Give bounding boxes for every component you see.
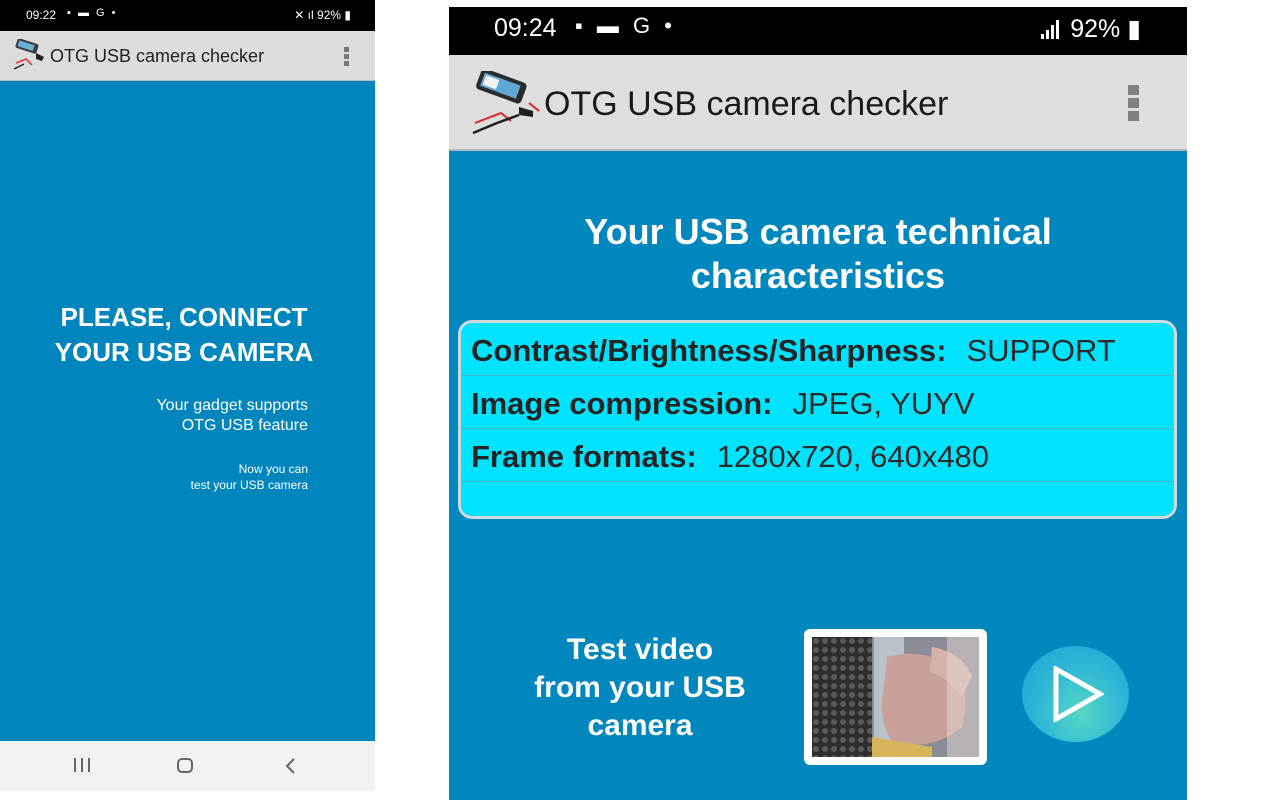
left-phone-screen: 09:22 ▪ ▬ G • ✕ ıl 92% ▮ OTG USB camera … bbox=[0, 0, 375, 791]
test-label-line-3: camera bbox=[587, 709, 693, 742]
battery-percent: 92% bbox=[1070, 15, 1121, 43]
navigation-bar bbox=[0, 741, 375, 791]
test-label-line-2: from your USB bbox=[534, 671, 746, 704]
preview-photo bbox=[812, 637, 979, 757]
supports-line-2: OTG USB feature bbox=[181, 417, 308, 434]
right-phone-screen: 09:24 ▪ ▬ G • 92% ▮ OTG USB camera check… bbox=[449, 7, 1187, 800]
characteristic-key: Frame formats: bbox=[471, 439, 697, 474]
supports-line-1: Your gadget supports bbox=[156, 397, 308, 414]
hint-line-1: Now you can bbox=[238, 462, 308, 476]
characteristic-key: Image compression: bbox=[471, 386, 773, 421]
status-time: 09:24 bbox=[494, 14, 557, 42]
battery-percent: 92% bbox=[317, 8, 342, 22]
characteristic-key: Contrast/Brightness/Sharpness: bbox=[471, 333, 947, 368]
recents-icon[interactable] bbox=[73, 755, 91, 777]
characteristic-value: JPEG, YUYV bbox=[792, 386, 975, 421]
play-video-button[interactable] bbox=[1022, 646, 1129, 742]
status-battery: 92% ▮ bbox=[1070, 14, 1141, 44]
status-bar: 09:24 ▪ ▬ G • 92% ▮ bbox=[449, 7, 1187, 55]
notification-icons: ▪ ▬ G • bbox=[67, 7, 118, 19]
characteristics-heading: Your USB camera technical characteristic… bbox=[449, 210, 1187, 298]
table-row: Contrast/Brightness/Sharpness: SUPPORT bbox=[461, 323, 1174, 376]
app-bar: OTG USB camera checker bbox=[449, 55, 1187, 151]
home-icon[interactable] bbox=[176, 755, 194, 777]
table-row-empty bbox=[461, 482, 1174, 516]
test-hint-message: Now you can test your USB camera bbox=[191, 461, 308, 493]
connect-message: PLEASE, CONNECT YOUR USB CAMERA bbox=[0, 300, 368, 370]
play-icon bbox=[1053, 666, 1104, 722]
status-bar: 09:22 ▪ ▬ G • ✕ ıl 92% ▮ bbox=[0, 0, 375, 31]
back-icon[interactable] bbox=[283, 755, 299, 777]
test-video-label: Test video from your USB camera bbox=[519, 631, 761, 745]
table-row: Image compression: JPEG, YUYV bbox=[461, 376, 1174, 429]
characteristics-table: Contrast/Brightness/Sharpness: SUPPORT Im… bbox=[458, 320, 1177, 519]
app-logo-icon bbox=[13, 39, 44, 70]
status-time: 09:22 bbox=[26, 8, 57, 22]
characteristic-value: 1280x720, 640x480 bbox=[716, 439, 990, 474]
otg-support-message: Your gadget supports OTG USB feature bbox=[156, 396, 308, 436]
characteristic-value: SUPPORT bbox=[966, 333, 1116, 368]
overflow-menu-icon[interactable] bbox=[1119, 82, 1147, 126]
app-logo-icon bbox=[472, 71, 540, 135]
overflow-menu-icon[interactable] bbox=[336, 45, 356, 69]
app-bar: OTG USB camera checker bbox=[0, 31, 375, 81]
app-title: OTG USB camera checker bbox=[50, 46, 265, 66]
table-row: Frame formats: 1280x720, 640x480 bbox=[461, 429, 1174, 482]
heading-line-2: characteristics bbox=[690, 255, 946, 296]
hint-line-2: test your USB camera bbox=[190, 478, 308, 492]
notification-icons: ▪ ▬ G • bbox=[575, 13, 676, 38]
app-title: OTG USB camera checker bbox=[544, 85, 949, 123]
camera-preview-image bbox=[812, 637, 979, 757]
connect-line-1: PLEASE, CONNECT bbox=[60, 302, 308, 332]
battery-icon: ▮ bbox=[344, 8, 351, 22]
heading-line-1: Your USB camera technical bbox=[584, 211, 1052, 252]
status-battery: ✕ ıl 92% ▮ bbox=[294, 8, 351, 22]
test-label-line-1: Test video bbox=[566, 633, 714, 666]
signal-icon bbox=[1041, 20, 1059, 39]
signal-icon: ıl bbox=[307, 8, 314, 22]
mute-icon: ✕ bbox=[294, 8, 305, 22]
camera-preview-thumbnail[interactable] bbox=[804, 629, 987, 765]
connect-line-2: YOUR USB CAMERA bbox=[54, 337, 314, 367]
battery-icon: ▮ bbox=[1127, 15, 1141, 43]
